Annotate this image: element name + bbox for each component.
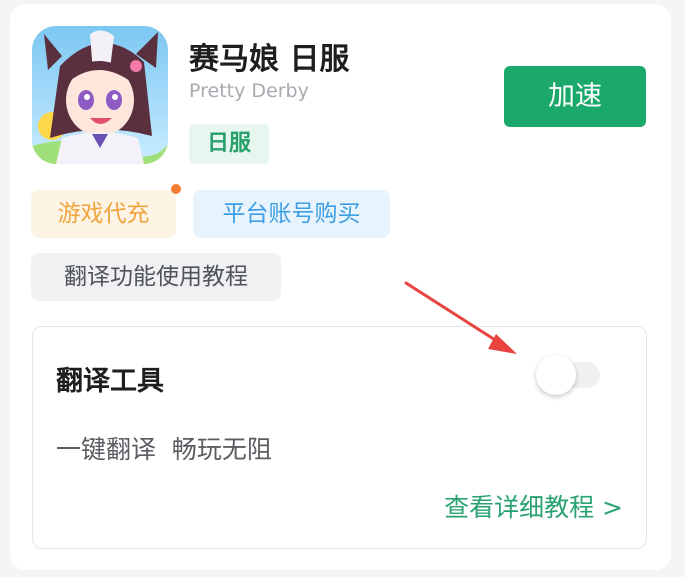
translate-tool-description: 一键翻译 畅玩无阻 bbox=[56, 435, 272, 464]
page: 赛马娘 日服 Pretty Derby 日服 加速 游戏代充 平台账号购买 翻译… bbox=[0, 0, 685, 577]
view-details-link[interactable]: 查看详细教程 > bbox=[444, 488, 623, 524]
notification-dot bbox=[171, 184, 181, 194]
account-purchase-chip[interactable]: 平台账号购买 bbox=[193, 190, 390, 238]
translate-toggle-knob[interactable] bbox=[536, 355, 576, 395]
region-tag: 日服 bbox=[189, 124, 269, 164]
app-title: 赛马娘 日服 bbox=[189, 42, 350, 77]
accelerate-button[interactable]: 加速 bbox=[504, 66, 646, 127]
app-icon[interactable] bbox=[32, 26, 168, 164]
translate-tutorial-chip[interactable]: 翻译功能使用教程 bbox=[31, 253, 281, 301]
game-recharge-chip[interactable]: 游戏代充 bbox=[31, 190, 176, 238]
app-subtitle: Pretty Derby bbox=[189, 80, 309, 102]
translate-tool-title: 翻译工具 bbox=[56, 366, 164, 397]
character-artwork-icon bbox=[32, 26, 168, 164]
